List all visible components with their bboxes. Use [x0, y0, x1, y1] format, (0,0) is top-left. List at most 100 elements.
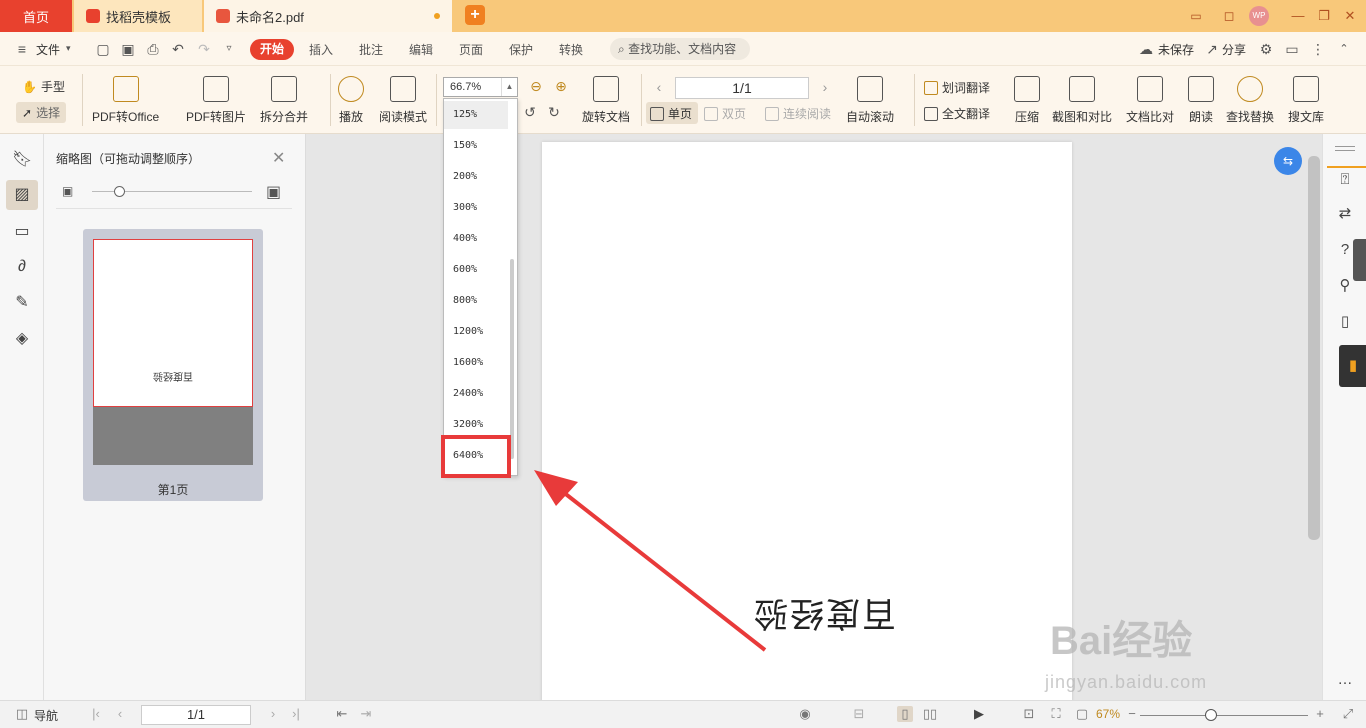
zoom-option[interactable]: 2400%: [444, 380, 508, 408]
actual-size-icon[interactable]: ⊡: [1021, 706, 1037, 722]
save-icon[interactable]: ▣: [120, 41, 136, 57]
reader-icon[interactable]: ▯: [1335, 312, 1355, 332]
tab-document[interactable]: 未命名2.pdf: [204, 0, 452, 32]
zoom-out-status-icon[interactable]: −: [1124, 706, 1140, 722]
zoom-option[interactable]: 200%: [444, 163, 508, 191]
layers-icon[interactable]: ◈: [12, 329, 32, 349]
prev-page-icon[interactable]: ‹: [651, 79, 667, 95]
zoom-option[interactable]: 1200%: [444, 318, 508, 346]
navigation-label[interactable]: 导航: [34, 707, 58, 724]
feedback-icon[interactable]: ▭: [1284, 41, 1300, 57]
hamburger-icon[interactable]: ≡: [14, 41, 30, 57]
signature-icon[interactable]: ✎: [12, 293, 32, 313]
collapse-ribbon-icon[interactable]: ⌃: [1336, 41, 1352, 57]
dropdown-scrollbar[interactable]: [510, 259, 514, 459]
status-page-input[interactable]: 1/1: [141, 705, 251, 725]
chevron-down-icon[interactable]: ▾: [66, 43, 71, 54]
single-page-status-icon[interactable]: ▯: [897, 706, 913, 722]
page-thumbnail[interactable]: 百度经验 第1页: [83, 229, 263, 501]
skin-icon[interactable]: ◻: [1219, 6, 1239, 26]
single-page-button[interactable]: 单页: [650, 105, 692, 122]
search-input[interactable]: ⌕ 查找功能、文档内容: [610, 38, 750, 60]
tab-page[interactable]: 页面: [459, 41, 483, 58]
read-mode-button[interactable]: 阅读模式: [379, 76, 427, 125]
split-merge-button[interactable]: 拆分合并: [260, 76, 308, 125]
zoom-slider-knob[interactable]: [1205, 709, 1217, 721]
attachment-icon[interactable]: ∂: [12, 257, 32, 277]
doc-compare-button[interactable]: 文档比对: [1126, 76, 1174, 125]
forward-view-icon[interactable]: ⇥: [358, 706, 374, 722]
zoom-option[interactable]: 150%: [444, 132, 508, 160]
rotate-document-button[interactable]: 旋转文档: [582, 76, 630, 125]
help-icon[interactable]: ?: [1335, 240, 1355, 260]
window-layout-icon[interactable]: ▭: [1183, 6, 1209, 26]
word-translate-button[interactable]: 划词翻译: [924, 79, 990, 96]
tab-home[interactable]: 首页: [0, 0, 72, 32]
translate-side-icon[interactable]: ⇄: [1335, 204, 1355, 224]
fit-width-icon[interactable]: ▢: [1074, 706, 1090, 722]
bookmark-icon[interactable]: 🔖︎: [12, 150, 32, 170]
rotate-right-icon[interactable]: ↻: [546, 104, 562, 120]
more-icon[interactable]: ⋮: [1310, 41, 1326, 57]
vertical-scrollbar[interactable]: [1308, 156, 1320, 540]
fullscreen-icon[interactable]: ⤢: [1340, 706, 1356, 722]
open-folder-icon[interactable]: ▢: [95, 41, 111, 57]
pdf-to-office-button[interactable]: PDF转Office: [92, 76, 159, 125]
new-tab-button[interactable]: +: [465, 5, 485, 25]
unsaved-status[interactable]: 未保存: [1158, 41, 1194, 58]
usb-icon[interactable]: ▮: [1343, 356, 1363, 376]
zoom-slider[interactable]: [1140, 715, 1308, 716]
zoom-option[interactable]: 400%: [444, 225, 508, 253]
share-button[interactable]: 分享: [1222, 41, 1246, 58]
chevron-up-icon[interactable]: ▲: [501, 78, 517, 96]
panel-handle[interactable]: [1353, 239, 1366, 281]
tab-template[interactable]: 找稻壳模板: [74, 0, 202, 32]
tab-protect[interactable]: 保护: [509, 41, 533, 58]
tab-start[interactable]: 开始: [250, 39, 294, 60]
eye-protect-icon[interactable]: ◉: [797, 706, 813, 722]
zoom-select[interactable]: 66.7% ▲: [443, 77, 518, 97]
thumbnail-icon[interactable]: ▨: [12, 185, 32, 205]
select-tool-button[interactable]: ➚ 选择: [16, 102, 67, 123]
fit-page-icon[interactable]: ⛶: [1048, 706, 1064, 722]
rotate-left-icon[interactable]: ↺: [522, 104, 538, 120]
read-aloud-button[interactable]: 朗读: [1188, 76, 1214, 125]
zoom-out-icon[interactable]: ⊖: [528, 78, 544, 94]
compress-button[interactable]: 压缩: [1014, 76, 1040, 125]
drag-handle[interactable]: [1335, 146, 1355, 147]
tab-convert[interactable]: 转换: [559, 41, 583, 58]
last-page-icon[interactable]: ›|: [288, 706, 304, 722]
tab-annotate[interactable]: 批注: [359, 41, 383, 58]
more-dots-icon[interactable]: …: [1335, 670, 1355, 690]
next-page-status-icon[interactable]: ›: [265, 706, 281, 722]
play-button[interactable]: 播放: [338, 76, 364, 125]
redo-icon[interactable]: ↷: [196, 41, 212, 57]
screenshot-compare-button[interactable]: 截图和对比: [1052, 76, 1112, 125]
slider-knob[interactable]: [114, 186, 125, 197]
undo-icon[interactable]: ↶: [170, 41, 186, 57]
minimize-icon[interactable]: —: [1288, 6, 1308, 26]
play-status-icon[interactable]: ▶: [971, 706, 987, 722]
page-number-input[interactable]: 1/1: [675, 77, 809, 99]
comment-icon[interactable]: ▭: [12, 222, 32, 242]
restore-icon[interactable]: ❐: [1314, 6, 1334, 26]
print-icon[interactable]: ⎙: [145, 41, 161, 57]
double-page-button[interactable]: 双页: [704, 105, 746, 122]
adjust-icon[interactable]: ⚲: [1335, 276, 1355, 296]
prev-page-status-icon[interactable]: ‹: [112, 706, 128, 722]
hand-tool-button[interactable]: ✋ 手型: [22, 78, 65, 95]
tab-insert[interactable]: 插入: [309, 41, 333, 58]
large-image-icon[interactable]: ▣: [266, 182, 281, 202]
back-view-icon[interactable]: ⇤: [334, 706, 350, 722]
next-page-icon[interactable]: ›: [817, 79, 833, 95]
zoom-option[interactable]: 125%: [444, 101, 508, 129]
navigation-icon[interactable]: ◫: [14, 706, 30, 722]
close-window-icon[interactable]: ✕: [1340, 6, 1360, 26]
zoom-in-status-icon[interactable]: +: [1312, 706, 1328, 722]
auto-scroll-button[interactable]: 自动滚动: [846, 76, 894, 125]
zoom-option[interactable]: 600%: [444, 256, 508, 284]
float-tool-button[interactable]: ⇆: [1274, 147, 1302, 175]
settings-icon[interactable]: ⚙: [1258, 41, 1274, 57]
search-library-button[interactable]: 搜文库: [1288, 76, 1324, 125]
zoom-option[interactable]: 800%: [444, 287, 508, 315]
